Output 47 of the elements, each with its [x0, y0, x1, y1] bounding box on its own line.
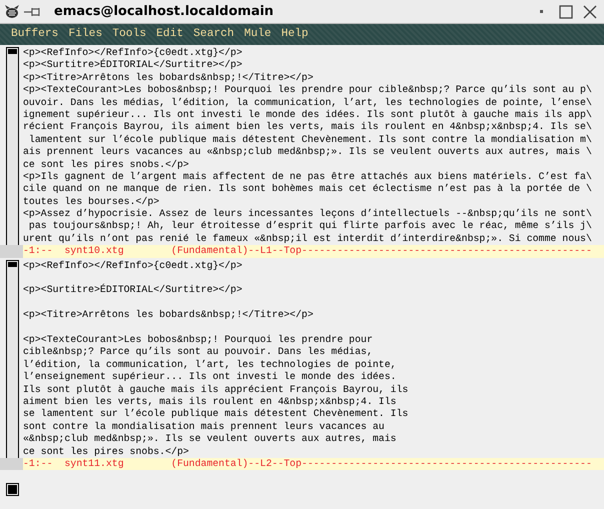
text-line: ouvoir. Dans les médias, l’édition, la communication, l’art, les technologies de pointe, l’ense\ — [23, 96, 593, 109]
text-line: <p><RefInfo></RefInfo>{c0edt.xtg}</p> — [23, 47, 244, 58]
text-line: récient François Bayrou, ils aiment bien les verts, mais ils roulent en 4&nbsp;x&nbsp;4. Ils se\ — [23, 121, 593, 134]
cursor-icon — [8, 485, 17, 494]
text-line: <p><Titre>Arrêtons les bobards&nbsp;!</Titre></p> — [23, 309, 314, 322]
close-icon — [583, 4, 597, 18]
text-line: lamentent sur l’école publique mais détestent Chevènement. Ils sont contre la mondialisation m\ — [28, 134, 593, 146]
text-line: ce sont les pires snobs.</p> — [23, 446, 190, 458]
scrollbar[interactable] — [6, 47, 19, 246]
text-line: Ils sont plutôt à gauche mais ils apprécient François Bayrou, ils — [23, 384, 410, 396]
menu-item[interactable]: Edit — [153, 26, 186, 43]
text-line: <p>Ils gagnent de l’argent mais affectent de ne pas être attachés aux biens matériels. C’est fa\ — [23, 170, 593, 184]
text-line: <p><Surtitre>ÉDITORIAL</Surtitre></p> — [23, 284, 244, 297]
text-line: aiment bien les verts, mais ils roulent en 4&nbsp;x&nbsp;4. Ils — [23, 396, 398, 408]
scrollbar-thumb[interactable] — [8, 49, 17, 54]
text-line: <p><TexteCourant>Les bobos&nbsp;! Pourquoi les prendre pour cible&nbsp;? Parce qu’ils sont au p\ — [23, 84, 593, 97]
minimize-icon — [540, 10, 544, 14]
text-line: ais prennent leurs vacances au «&nbsp;club med&nbsp;». Ils se veulent ouverts aux autres, mais \ — [23, 146, 593, 159]
menu-item[interactable]: Mule — [241, 26, 274, 43]
text-line: l’enseignement supérieur... Ils ont investi le monde des idées. — [23, 371, 398, 384]
scrollbar[interactable] — [6, 260, 19, 458]
menu-item[interactable]: Search — [190, 26, 238, 43]
text-line: se lamentent sur l’école publique mais détestent Chevènement. Ils — [23, 408, 410, 421]
text-line: ignement supérieur... Ils ont investi le monde des idées. Ils sont plutôt à gauche mais ils app\ — [23, 108, 593, 122]
text-line: <p><Surtitre>ÉDITORIAL</Surtitre></p> — [23, 59, 244, 72]
menu-item[interactable]: Files — [65, 26, 106, 43]
maximize-icon — [559, 4, 573, 18]
window-title: emacs@localhost.localdomain — [54, 2, 274, 21]
text-line: toutes les bourses.</p> — [23, 196, 160, 208]
scrollbar-thumb[interactable] — [8, 262, 17, 267]
text-line: «&nbsp;club med&nbsp;». Ils se veulent ouverts aux autres, mais — [23, 433, 398, 446]
text-line: <p><Titre>Arrêtons les bobards&nbsp;!</Titre></p> — [23, 72, 314, 84]
pin-icon[interactable] — [24, 6, 42, 16]
menu-item[interactable]: Buffers — [8, 26, 62, 43]
text-line: cible&nbsp;? Parce qu’ils sont au pouvoir. Dans les médias, — [23, 346, 374, 359]
text-line: ce sont les pires snobs.</p> — [23, 158, 190, 171]
menu-item[interactable]: Help — [278, 26, 312, 43]
text-line: urent qu’ils n’ont pas renié le fameux «&nbsp;il est interdit d’interdire&nbsp;». Si comme nous\ — [23, 232, 593, 246]
text-line: <p>Assez d’hypocrisie. Assez de leurs incessantes leçons d’intellectuels --&nbsp;qu’ils ne sont\ — [23, 208, 593, 220]
app-icon[interactable] — [4, 4, 20, 20]
text-line: sont contre la mondialisation mais prennent leurs vacances au — [23, 420, 386, 434]
text-line: l’édition, la communication, l’art, les technologies de pointe, — [23, 358, 398, 372]
menu-item[interactable]: Tools — [109, 26, 150, 43]
text-line: cile quand on ne manque de rien. Ils sont bohèmes mais cet éclectisme n’est pas à la portée de \ — [23, 183, 593, 196]
text-line: <p><RefInfo></RefInfo>{c0edt.xtg}</p> — [23, 260, 244, 272]
text-line: <p><TexteCourant>Les bobos&nbsp;! Pourquoi les prendre pour — [23, 334, 374, 346]
text-line: pas toujours&nbsp;! Ah, leur étroitesse d’esprit qui flirte parfois avec le réac, même s’ils j\ — [28, 220, 593, 233]
